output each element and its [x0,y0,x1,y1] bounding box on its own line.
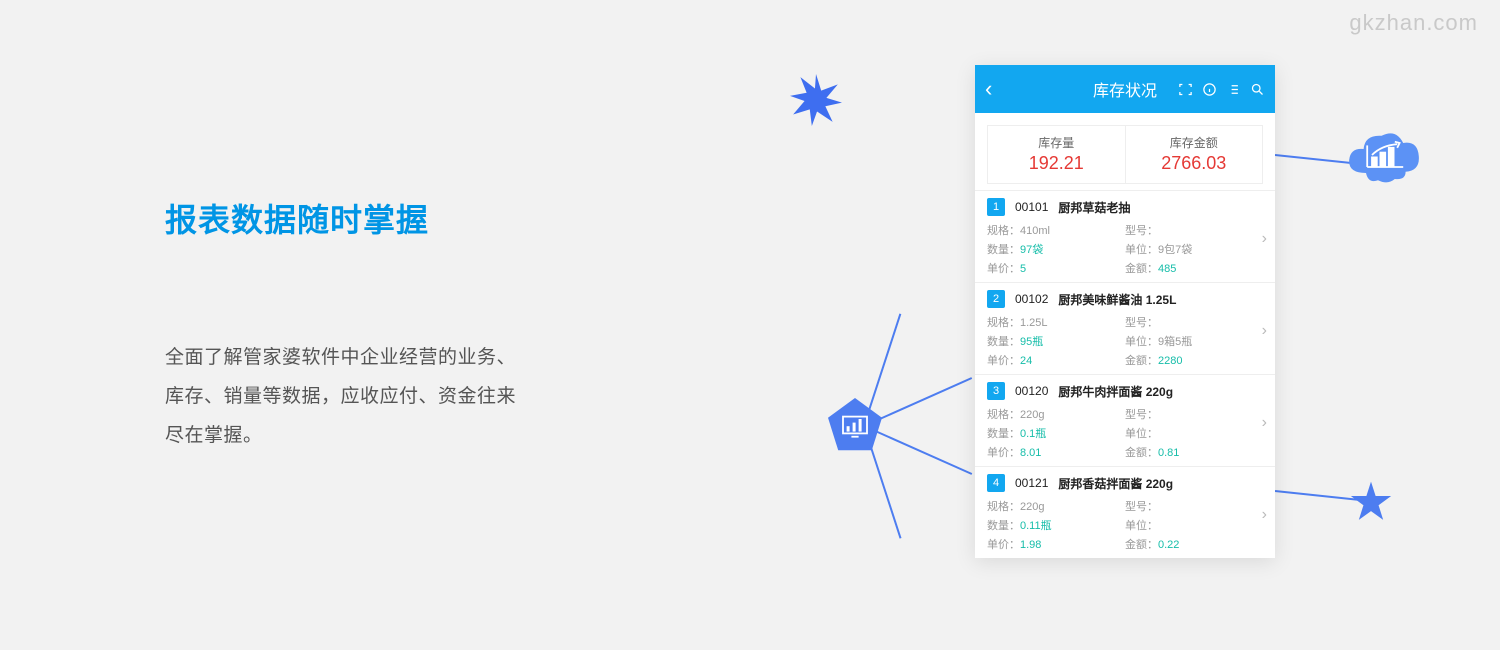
connector-line [1275,154,1360,165]
inventory-item[interactable]: 3 00120 厨邦牛肉拌面酱 220g 规格：220g 型号： 数量：0.1瓶 单位： 单价… [975,374,1275,466]
item-code: 00120 [1015,384,1048,398]
price-label: 单价： [987,355,1020,367]
summary-qty-value: 192.21 [988,153,1125,174]
amount-label: 金额： [1125,355,1158,367]
watermark-text: gkzhan.com [1349,10,1478,36]
unit-label: 单位： [1125,520,1158,532]
summary-qty-label: 库存量 [988,134,1125,151]
item-name: 厨邦牛肉拌面酱 220g [1058,383,1173,400]
qty-label: 数量： [987,244,1020,256]
inventory-item[interactable]: 4 00121 厨邦香菇拌面酱 220g 规格：220g 型号： 数量：0.11瓶 单位： 单… [975,466,1275,558]
item-index-badge: 4 [987,474,1005,492]
unit-label: 单位： [1125,244,1158,256]
item-code: 00121 [1015,476,1048,490]
spec-value: 1.25L [1020,317,1048,329]
item-index-badge: 3 [987,382,1005,400]
amount-value: 485 [1158,263,1176,275]
spec-label: 规格： [987,225,1020,237]
inventory-item[interactable]: 2 00102 厨邦美味鲜酱油 1.25L 规格：1.25L 型号： 数量：95瓶 单位：9… [975,282,1275,374]
spec-label: 规格： [987,409,1020,421]
cloud-chart-icon [1348,130,1420,186]
item-name: 厨邦草菇老抽 [1058,199,1130,216]
price-value: 5 [1020,263,1026,275]
summary-card: 库存量 192.21 库存金额 2766.03 [987,125,1263,184]
info-icon[interactable] [1202,82,1217,97]
phone-mock: ‹ 库存状况 库存量 192.21 库存金额 2766.03 1 00101 [975,65,1275,558]
unit-label: 单位： [1125,428,1158,440]
unit-label: 单位： [1125,336,1158,348]
qty-label: 数量： [987,428,1020,440]
amount-value: 0.22 [1158,539,1179,551]
qty-label: 数量： [987,336,1020,348]
pentagon-chart-icon [825,395,885,455]
spec-label: 规格： [987,317,1020,329]
model-label: 型号： [1125,409,1158,421]
item-index-badge: 1 [987,198,1005,216]
inventory-item[interactable]: 1 00101 厨邦草菇老抽规格：410ml 型号： 数量：97袋 单位：9包7袋单价：5… [975,190,1275,282]
chevron-right-icon: › [1262,413,1267,431]
marketing-line-1: 全面了解管家婆软件中企业经营的业务、 [165,339,645,378]
model-label: 型号： [1125,225,1158,237]
chevron-right-icon: › [1262,505,1267,523]
qty-value: 0.1瓶 [1020,428,1046,440]
app-header: ‹ 库存状况 [975,65,1275,113]
marketing-headline: 报表数据随时掌握 [165,195,645,241]
amount-label: 金额： [1125,263,1158,275]
item-index-badge: 2 [987,290,1005,308]
price-value: 1.98 [1020,539,1041,551]
model-label: 型号： [1125,317,1158,329]
unit-value: 9包7袋 [1158,244,1192,256]
price-label: 单价： [987,263,1020,275]
summary-amount-label: 库存金额 [1126,134,1263,151]
burst-icon [790,74,842,126]
price-label: 单价： [987,447,1020,459]
item-name: 厨邦香菇拌面酱 220g [1058,475,1173,492]
qty-value: 95瓶 [1020,336,1043,348]
summary-amount: 库存金额 2766.03 [1125,126,1263,183]
marketing-line-2: 库存、销量等数据，应收应付、资金往来 [165,378,645,417]
unit-value: 9箱5瓶 [1158,336,1192,348]
star-icon [1350,480,1392,522]
amount-label: 金额： [1125,539,1158,551]
item-name: 厨邦美味鲜酱油 1.25L [1058,291,1176,308]
spec-label: 规格： [987,501,1020,513]
summary-qty: 库存量 192.21 [988,126,1125,183]
qty-value: 97袋 [1020,244,1043,256]
model-label: 型号： [1125,501,1158,513]
marketing-copy: 报表数据随时掌握 全面了解管家婆软件中企业经营的业务、 库存、销量等数据，应收应… [165,195,645,456]
summary-amount-value: 2766.03 [1126,153,1263,174]
price-value: 8.01 [1020,447,1041,459]
chevron-right-icon: › [1262,321,1267,339]
list-icon[interactable] [1226,82,1241,97]
price-value: 24 [1020,355,1032,367]
chevron-right-icon: › [1262,229,1267,247]
item-code: 00102 [1015,292,1048,306]
amount-value: 2280 [1158,355,1182,367]
spec-value: 220g [1020,409,1044,421]
item-code: 00101 [1015,200,1048,214]
amount-value: 0.81 [1158,447,1179,459]
search-icon[interactable] [1250,82,1265,97]
qty-value: 0.11瓶 [1020,520,1052,532]
spec-value: 220g [1020,501,1044,513]
scan-icon[interactable] [1178,82,1193,97]
price-label: 单价： [987,539,1020,551]
qty-label: 数量： [987,520,1020,532]
spec-value: 410ml [1020,225,1050,237]
inventory-list: 100101厨邦草菇老抽规格：410ml型号：数量：97袋单位：9包7袋单价：5… [975,190,1275,558]
amount-label: 金额： [1125,447,1158,459]
marketing-line-3: 尽在掌握。 [165,417,645,456]
marketing-body: 全面了解管家婆软件中企业经营的业务、 库存、销量等数据，应收应付、资金往来 尽在… [165,339,645,456]
